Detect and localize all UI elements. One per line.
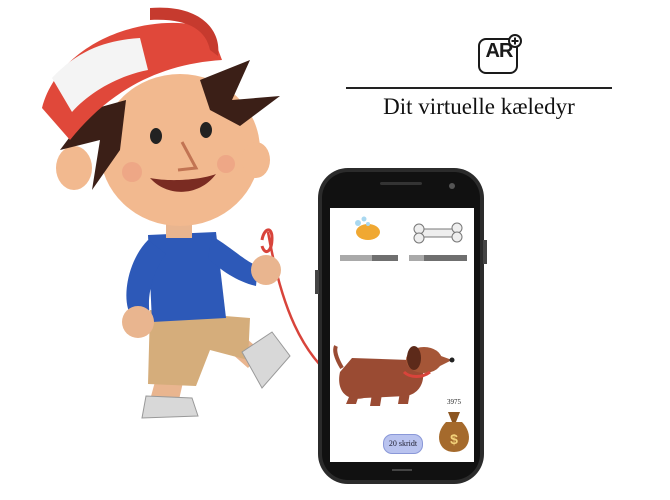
money-amount: 3975 — [447, 398, 461, 406]
logo-text: AR — [485, 40, 514, 62]
hygiene-bar — [340, 255, 398, 261]
steps-button[interactable]: 20 skridt — [383, 434, 423, 454]
ar-plus-logo-icon: AR — [478, 34, 522, 74]
svg-text:$: $ — [450, 431, 458, 447]
illustration: $ — [42, 7, 487, 484]
page-title: Dit virtuelle kæledyr — [383, 94, 575, 119]
header-divider — [346, 87, 612, 89]
food-bar — [409, 255, 467, 261]
hygiene-bar-fill — [340, 255, 372, 261]
boy-illustration — [42, 7, 349, 419]
food-bar-fill — [409, 255, 424, 261]
